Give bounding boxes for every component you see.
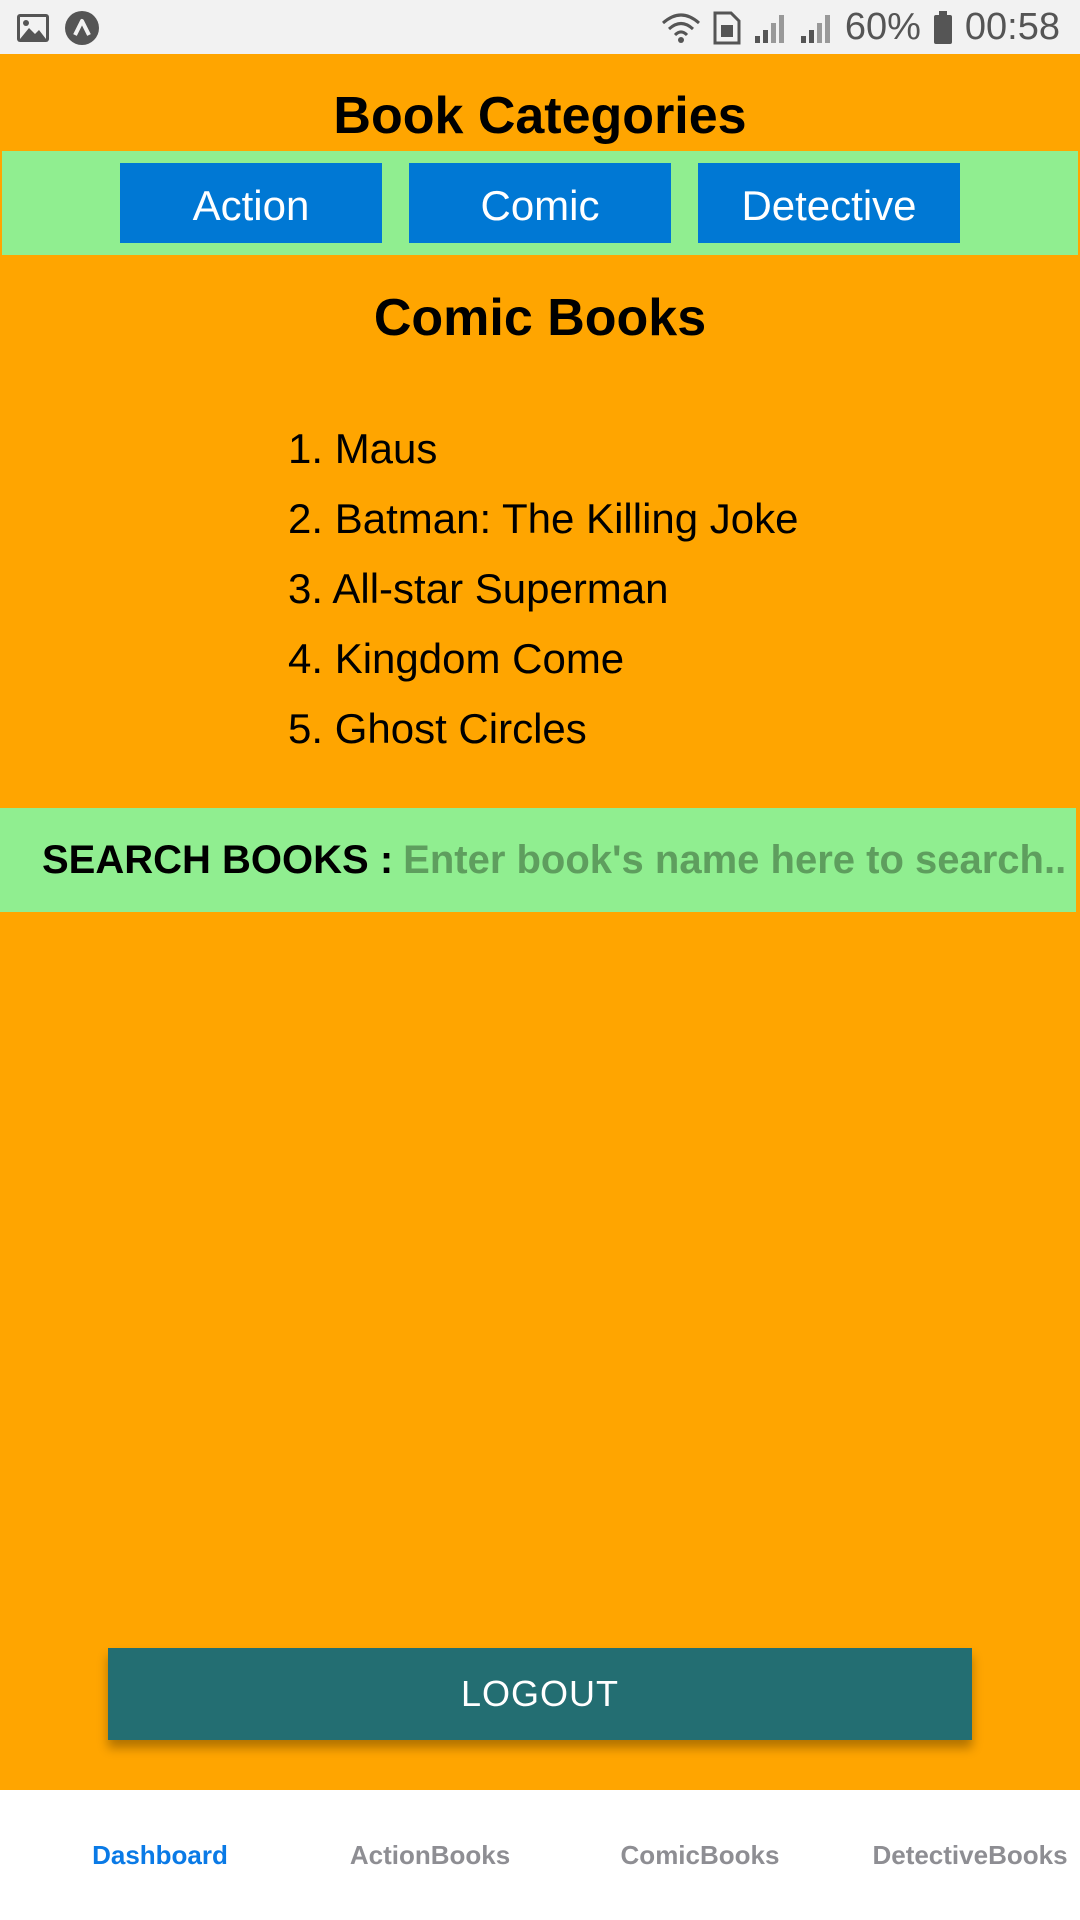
- search-bar: SEARCH BOOKS :: [0, 808, 1076, 912]
- tab-comic-books[interactable]: ComicBooks: [600, 1790, 800, 1920]
- wifi-icon: [661, 11, 701, 45]
- clock: 00:58: [964, 6, 1060, 48]
- section-title: Comic Books: [373, 289, 707, 347]
- bottom-tab-bar: Dashboard ActionBooks ComicBooks Detecti…: [0, 1790, 1080, 1920]
- book-list-item: 1. Maus: [288, 425, 438, 472]
- tab-comic-books-label: ComicBooks: [620, 1839, 780, 1870]
- image-icon: [16, 13, 50, 43]
- book-list-item: 2. Batman: The Killing Joke: [288, 495, 799, 542]
- battery-icon: [933, 10, 953, 45]
- search-input[interactable]: [403, 837, 1076, 883]
- tab-dashboard[interactable]: Dashboard: [60, 1790, 260, 1920]
- tab-action-books[interactable]: ActionBooks: [330, 1790, 530, 1920]
- page-title: Book Categories: [333, 87, 747, 145]
- book-list: 1. Maus 2. Batman: The Killing Joke 3. A…: [288, 414, 799, 764]
- logout-button[interactable]: LOGOUT: [108, 1648, 972, 1740]
- detective-category-label: Detective: [741, 182, 917, 229]
- comic-category-label: Comic: [480, 182, 600, 229]
- tab-dashboard-label: Dashboard: [92, 1839, 228, 1870]
- action-category-label: Action: [192, 182, 310, 229]
- book-list-item: 5. Ghost Circles: [288, 705, 587, 752]
- sim-icon: [713, 11, 741, 45]
- tab-detective-books-label: DetectiveBooks: [872, 1839, 1068, 1870]
- status-bar: 60% 00:58: [0, 0, 1080, 54]
- signal-icon: [753, 12, 787, 44]
- category-bar: Action Comic Detective: [2, 151, 1078, 255]
- battery-percent: 60%: [844, 6, 921, 48]
- comic-category-button[interactable]: Comic: [409, 163, 671, 243]
- tab-action-books-label: ActionBooks: [349, 1839, 511, 1870]
- app-icon: [64, 10, 100, 46]
- book-list-item: 3. All-star Superman: [288, 565, 669, 612]
- search-label: SEARCH BOOKS :: [42, 837, 394, 882]
- detective-category-button[interactable]: Detective: [698, 163, 960, 243]
- signal-icon-2: [799, 12, 833, 44]
- logout-label: LOGOUT: [460, 1673, 619, 1714]
- tab-detective-books[interactable]: DetectiveBooks: [865, 1790, 1075, 1920]
- action-category-button[interactable]: Action: [120, 163, 382, 243]
- book-list-item: 4. Kingdom Come: [288, 635, 625, 682]
